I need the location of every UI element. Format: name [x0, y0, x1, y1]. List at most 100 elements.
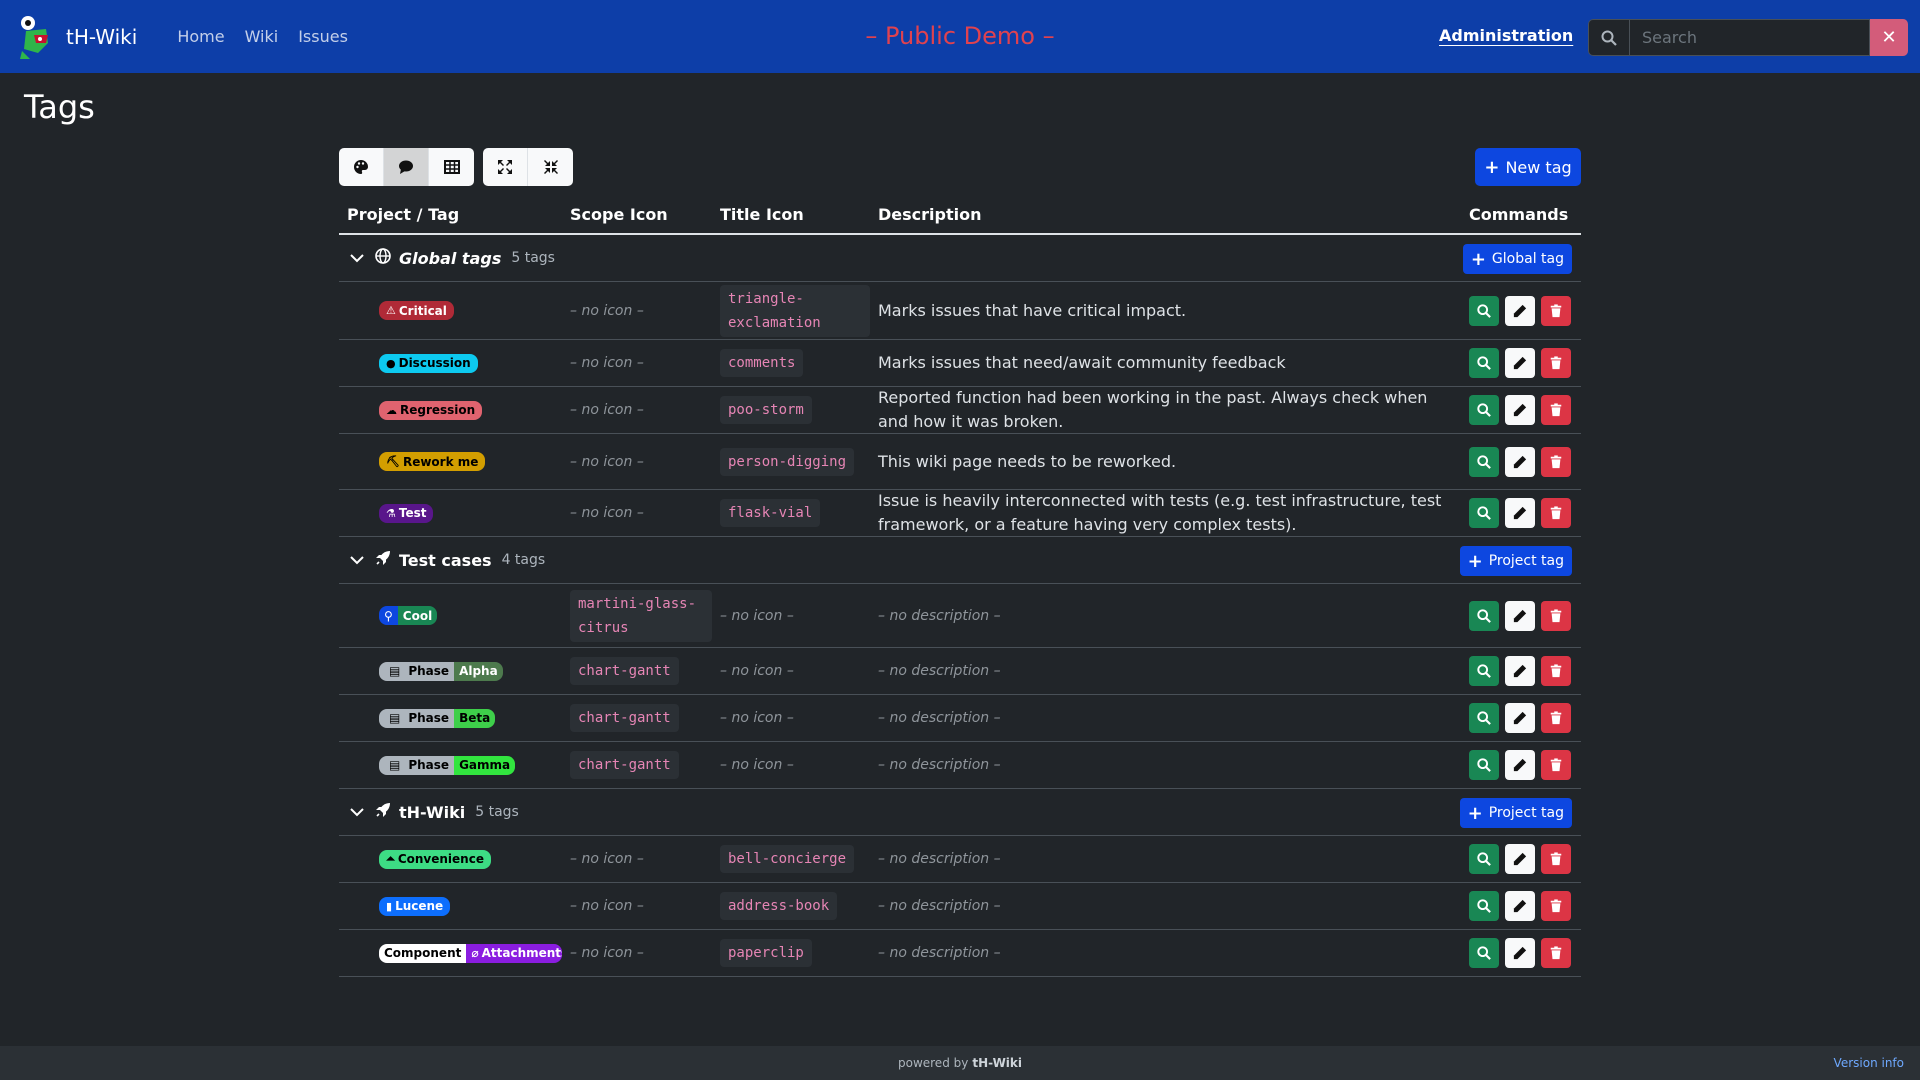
view-tag-button[interactable]: [1469, 498, 1499, 528]
trash-icon: [1550, 899, 1562, 913]
view-tag-button[interactable]: [1469, 703, 1499, 733]
edit-tag-button[interactable]: [1505, 656, 1535, 686]
scope-icon-cell: – no icon –: [562, 945, 712, 961]
new-tag-button[interactable]: + New tag: [1475, 148, 1581, 186]
edit-tag-button[interactable]: [1505, 446, 1535, 477]
delete-tag-button[interactable]: [1541, 938, 1571, 968]
powered-by: powered by: [897, 1056, 969, 1070]
edit-tag-button[interactable]: [1505, 295, 1535, 326]
tag-badge[interactable]: ▮ Lucene: [379, 896, 451, 916]
delete-tag-button[interactable]: [1541, 348, 1571, 378]
description-cell: This wiki page needs to be reworked.: [870, 450, 1461, 474]
tag-badge[interactable]: ▤ Phase Alpha: [379, 661, 503, 681]
add-group-tag-button[interactable]: + Global tag: [1462, 244, 1572, 274]
pencil-icon: [1513, 403, 1527, 417]
delete-tag-button[interactable]: [1541, 656, 1571, 686]
title-icon-cell: comments: [712, 349, 870, 377]
view-tag-button[interactable]: [1469, 395, 1499, 425]
delete-tag-button[interactable]: [1541, 498, 1571, 528]
view-tag-button[interactable]: [1469, 446, 1499, 477]
tag-value-label: Beta: [459, 711, 491, 725]
view-tag-button[interactable]: [1469, 750, 1499, 780]
tag-badge[interactable]: ▤ Phase Beta: [379, 708, 496, 728]
expand-all-button[interactable]: [483, 148, 528, 186]
tag-badge[interactable]: ⚠ Critical: [379, 301, 454, 320]
scope-icon-cell: – no icon –: [562, 454, 712, 470]
add-group-tag-label: Project tag: [1488, 805, 1564, 821]
version-info-link[interactable]: Version info: [1834, 1056, 1904, 1070]
icon-code: chart-gantt: [570, 751, 679, 779]
tag-badge[interactable]: ▤ Phase Gamma: [379, 755, 516, 775]
delete-tag-button[interactable]: [1541, 295, 1571, 326]
description-text: Issue is heavily interconnected with tes…: [878, 491, 1442, 534]
edit-tag-button[interactable]: [1505, 498, 1535, 528]
edit-tag-button[interactable]: [1505, 844, 1535, 874]
edit-tag-button[interactable]: [1505, 891, 1535, 921]
compress-icon: [543, 160, 558, 174]
search-button[interactable]: [1588, 19, 1630, 56]
view-tag-button[interactable]: [1469, 600, 1499, 631]
delete-tag-button[interactable]: [1541, 600, 1571, 631]
footer-brand[interactable]: tH-Wiki: [972, 1056, 1022, 1070]
edit-tag-button[interactable]: [1505, 348, 1535, 378]
description-cell: Marks issues that have critical impact.: [870, 299, 1461, 323]
group-toggle[interactable]: Test cases 4 tags: [339, 550, 545, 570]
table-row: ⏶ Convenience – no icon – bell-concierge – n…: [339, 836, 1581, 883]
tag-badge[interactable]: Component ⌀ Attachments: [379, 943, 562, 963]
globe-icon: [375, 248, 391, 268]
administration-link[interactable]: Administration: [1439, 26, 1573, 45]
clear-search-button[interactable]: ✕: [1870, 19, 1908, 56]
search-input[interactable]: [1630, 19, 1870, 56]
nav-link-home[interactable]: Home: [177, 27, 224, 46]
tag-badge[interactable]: ☁ Regression: [379, 400, 483, 420]
view-tag-button[interactable]: [1469, 938, 1499, 968]
palette-view-button[interactable]: [339, 148, 384, 186]
commands-cell: [1461, 498, 1581, 528]
delete-tag-button[interactable]: [1541, 844, 1571, 874]
delete-tag-button[interactable]: [1541, 446, 1571, 477]
pencil-icon: [1513, 852, 1527, 866]
edit-tag-button[interactable]: [1505, 395, 1535, 425]
delete-tag-button[interactable]: [1541, 891, 1571, 921]
edit-tag-button[interactable]: [1505, 938, 1535, 968]
chevron-down-icon: [350, 556, 364, 565]
table-view-button[interactable]: [429, 148, 474, 186]
tag-badge[interactable]: ⏶ Convenience: [379, 849, 491, 869]
no-icon-text: – no icon –: [720, 757, 794, 773]
delete-tag-button[interactable]: [1541, 703, 1571, 733]
group-count: 5 tags: [511, 250, 555, 266]
tag-badge[interactable]: ⚲ Cool: [379, 606, 438, 625]
group-toggle[interactable]: Global tags 5 tags: [339, 248, 555, 268]
chart-gantt-icon: ▤: [389, 758, 401, 772]
comment-view-button[interactable]: [384, 148, 429, 186]
header-title-icon: Title Icon: [720, 205, 804, 224]
collapse-all-button[interactable]: [528, 148, 573, 186]
nav-links: Home Wiki Issues: [177, 27, 368, 46]
edit-tag-button[interactable]: [1505, 600, 1535, 631]
title-icon-cell: – no icon –: [712, 757, 870, 773]
add-group-tag-button[interactable]: + Project tag: [1459, 546, 1572, 576]
delete-tag-button[interactable]: [1541, 395, 1571, 425]
view-tag-button[interactable]: [1469, 656, 1499, 686]
view-tag-button[interactable]: [1469, 844, 1499, 874]
edit-tag-button[interactable]: [1505, 703, 1535, 733]
view-tag-button[interactable]: [1469, 891, 1499, 921]
add-group-tag-button[interactable]: + Project tag: [1459, 798, 1572, 828]
scope-icon-cell: – no icon –: [562, 851, 712, 867]
edit-tag-button[interactable]: [1505, 750, 1535, 780]
group-toggle[interactable]: tH-Wiki 5 tags: [339, 802, 519, 822]
tag-badge[interactable]: ● Discussion: [379, 353, 478, 373]
tag-cell: ⚗ Test: [339, 503, 562, 523]
tag-label: Convenience: [397, 852, 484, 866]
header-description: Description: [878, 205, 982, 224]
tag-badge[interactable]: ⛏ Rework me: [379, 452, 486, 471]
nav-link-issues[interactable]: Issues: [298, 27, 348, 46]
trash-icon: [1550, 454, 1562, 468]
pencil-icon: [1513, 356, 1527, 370]
brand[interactable]: tH-Wiki: [16, 13, 137, 61]
nav-link-wiki[interactable]: Wiki: [245, 27, 279, 46]
tag-badge[interactable]: ⚗ Test: [379, 503, 434, 523]
view-tag-button[interactable]: [1469, 295, 1499, 326]
view-tag-button[interactable]: [1469, 348, 1499, 378]
delete-tag-button[interactable]: [1541, 750, 1571, 780]
